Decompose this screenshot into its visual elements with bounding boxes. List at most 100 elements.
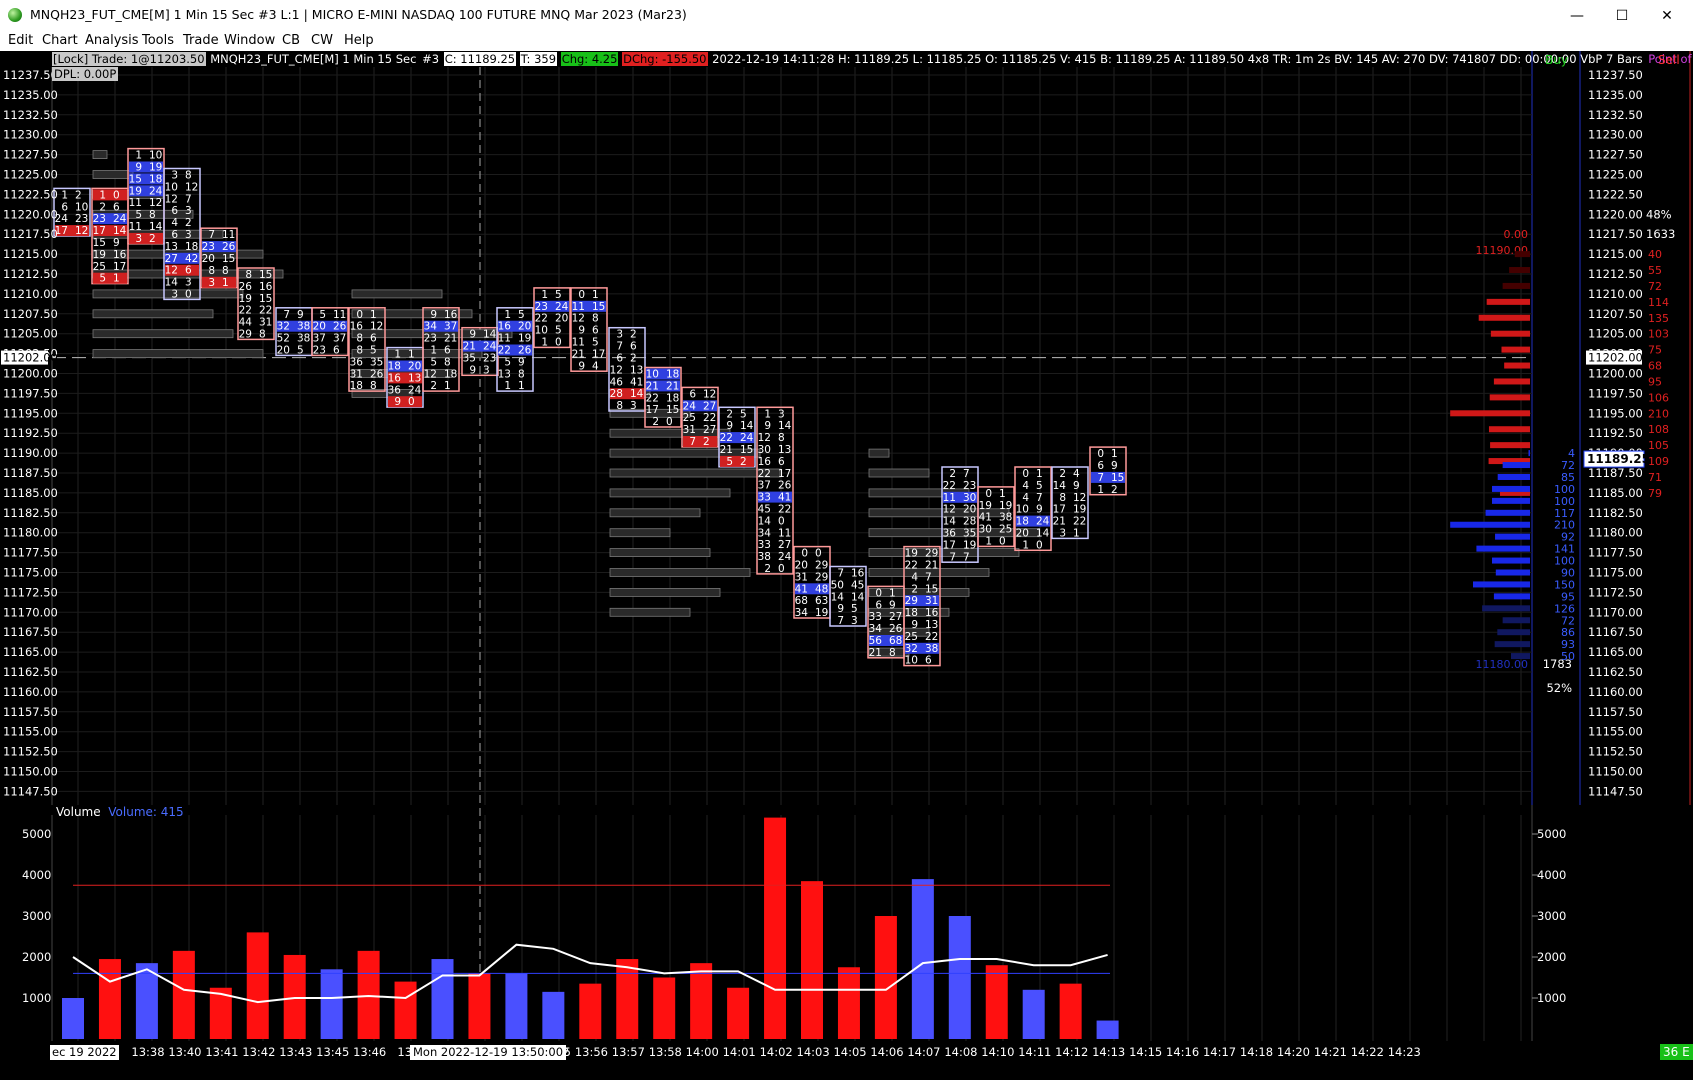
footprint-ask: 21 xyxy=(666,380,679,392)
maximize-button[interactable]: ☐ xyxy=(1600,4,1644,28)
footprint-cell xyxy=(129,232,163,244)
close-button[interactable]: ✕ xyxy=(1645,4,1689,28)
volume-bar xyxy=(505,973,528,1039)
footprint-ask: 8 xyxy=(778,432,785,444)
footprint-bid: 7 xyxy=(208,229,215,241)
price-label-left: 11165.00 xyxy=(3,645,58,659)
dom-buy-bar xyxy=(1502,617,1530,624)
price-label-left: 11222.50 xyxy=(3,187,58,201)
volume-bar xyxy=(874,916,897,1039)
profile-bar-1 xyxy=(92,329,234,339)
time-label: 14:15 xyxy=(1129,1045,1162,1059)
dom-buy-bar xyxy=(1495,533,1530,540)
footprint-bid: 20 xyxy=(795,560,808,572)
footprint-ask: 22 xyxy=(778,504,791,516)
footprint-bid: 7 xyxy=(949,551,956,563)
footprint-bid: 26 xyxy=(239,281,253,293)
price-label-left: 11192.50 xyxy=(3,426,58,440)
dom-sell-header[interactable]: Sell xyxy=(1658,53,1680,67)
footprint-bid: 37 xyxy=(313,333,326,345)
footprint-ask: 6 xyxy=(113,201,120,213)
footprint-bid: 36 xyxy=(350,356,364,368)
profile-bar-3 xyxy=(609,468,781,478)
footprint-bid: 36 xyxy=(388,384,402,396)
vol-axis-label-left: 3000 xyxy=(22,909,51,923)
time-label: 13:57 xyxy=(612,1045,645,1059)
footprint-bid: 10 xyxy=(905,655,918,667)
dom-sell-size: 71 xyxy=(1648,471,1662,484)
footprint-ask: 24 xyxy=(149,185,163,197)
footprint-ask: 12 xyxy=(185,181,198,193)
price-label-right: 11220.00 xyxy=(1588,207,1643,221)
footprint-bid: 21 xyxy=(646,380,659,392)
menu-trade[interactable]: Trade xyxy=(183,33,219,48)
dom-sell-bar xyxy=(1478,314,1530,321)
bar-stats: 2022-12-19 14:11:28 H: 11189.25 L: 11185… xyxy=(712,52,1643,66)
footprint-bid: 4 xyxy=(1022,480,1029,492)
menu-analysis[interactable]: Analysis xyxy=(85,33,139,48)
footprint-ask: 6 xyxy=(333,345,340,357)
footprint-ask: 23 xyxy=(75,213,88,225)
footprint-ask: 8 xyxy=(592,313,599,325)
volume-bar xyxy=(801,881,823,1039)
footprint-ask: 37 xyxy=(333,333,346,345)
footprint-ask: 26 xyxy=(333,321,347,333)
footprint-bid: 9 xyxy=(394,396,401,408)
footprint-bid: 8 xyxy=(208,265,215,277)
time-label: 14:00 xyxy=(686,1045,719,1059)
price-label-left: 11147.50 xyxy=(3,784,58,798)
footprint-bid: 16 xyxy=(350,321,364,333)
price-label-right: 11185.00 xyxy=(1588,486,1643,500)
dom-sell-size: 72 xyxy=(1648,280,1662,293)
window-title: MNQH23_FUT_CME[M] 1 Min 15 Sec #3 L:1 | … xyxy=(30,7,687,22)
menu-cw[interactable]: CW xyxy=(311,33,333,48)
footprint-bid: 22 xyxy=(720,432,733,444)
footprint-bid: 4 xyxy=(911,571,918,583)
footprint-bid: 25 xyxy=(683,412,696,424)
footprint-ask: 48 xyxy=(815,583,828,595)
footprint-bid: 20 xyxy=(277,345,290,357)
footprint-ask: 15 xyxy=(259,269,272,281)
dom-buy-header[interactable]: Buy xyxy=(1545,53,1568,67)
footprint-ask: 17 xyxy=(113,261,126,273)
time-label: 13:42 xyxy=(242,1045,275,1059)
menu-cb[interactable]: CB xyxy=(282,33,300,48)
footprint-bid: 1 xyxy=(764,408,771,420)
footprint-bid: 0 xyxy=(875,587,882,599)
price-highlight-right: 11202.00 xyxy=(1588,351,1643,365)
time-label: 13:56 xyxy=(575,1045,608,1059)
footprint-ask: 38 xyxy=(297,321,310,333)
footprint-bid: 31 xyxy=(683,424,696,436)
dom-sell-bar xyxy=(1502,282,1530,289)
price-label-left: 11237.50 xyxy=(3,68,58,82)
menu-help[interactable]: Help xyxy=(344,33,374,48)
footprint-ask: 12 xyxy=(370,321,383,333)
footprint-ask: 15 xyxy=(740,444,753,456)
footprint-bid: 11 xyxy=(943,492,956,504)
menu-chart[interactable]: Chart xyxy=(42,33,78,48)
footprint-bid: 18 xyxy=(350,380,363,392)
chart-canvas[interactable]: 1 26 1024 2317 121 02 623 2417 1415 919 1625 175 11 1… xyxy=(0,51,1693,1080)
footprint-ask: 8 xyxy=(444,356,451,368)
profile-bar-1 xyxy=(92,289,244,299)
footprint-bid: 25 xyxy=(905,631,918,643)
price-label-left: 11205.00 xyxy=(3,327,58,341)
footprint-ask: 22 xyxy=(1073,516,1086,528)
footprint-bid: 30 xyxy=(758,444,771,456)
menu-window[interactable]: Window xyxy=(224,33,275,48)
footprint-ask: 14 xyxy=(851,591,865,603)
menu-tools[interactable]: Tools xyxy=(142,33,174,48)
menu-edit[interactable]: Edit xyxy=(8,33,33,48)
vol-axis-label-left: 4000 xyxy=(22,868,51,882)
footprint-ask: 6 xyxy=(592,325,599,337)
time-label: 13:58 xyxy=(649,1045,682,1059)
footprint-ask: 1 xyxy=(1036,468,1043,480)
minimize-button[interactable]: — xyxy=(1555,4,1599,28)
price-label-left: 11195.00 xyxy=(3,406,58,420)
footprint-bid: 0 xyxy=(1022,468,1029,480)
footprint-bid: 29 xyxy=(905,595,918,607)
footprint-bid: 1 xyxy=(504,309,511,321)
footprint-ask: 0 xyxy=(778,515,785,527)
footprint-ask: 7 xyxy=(1036,492,1043,504)
footprint-ask: 9 xyxy=(113,237,120,249)
